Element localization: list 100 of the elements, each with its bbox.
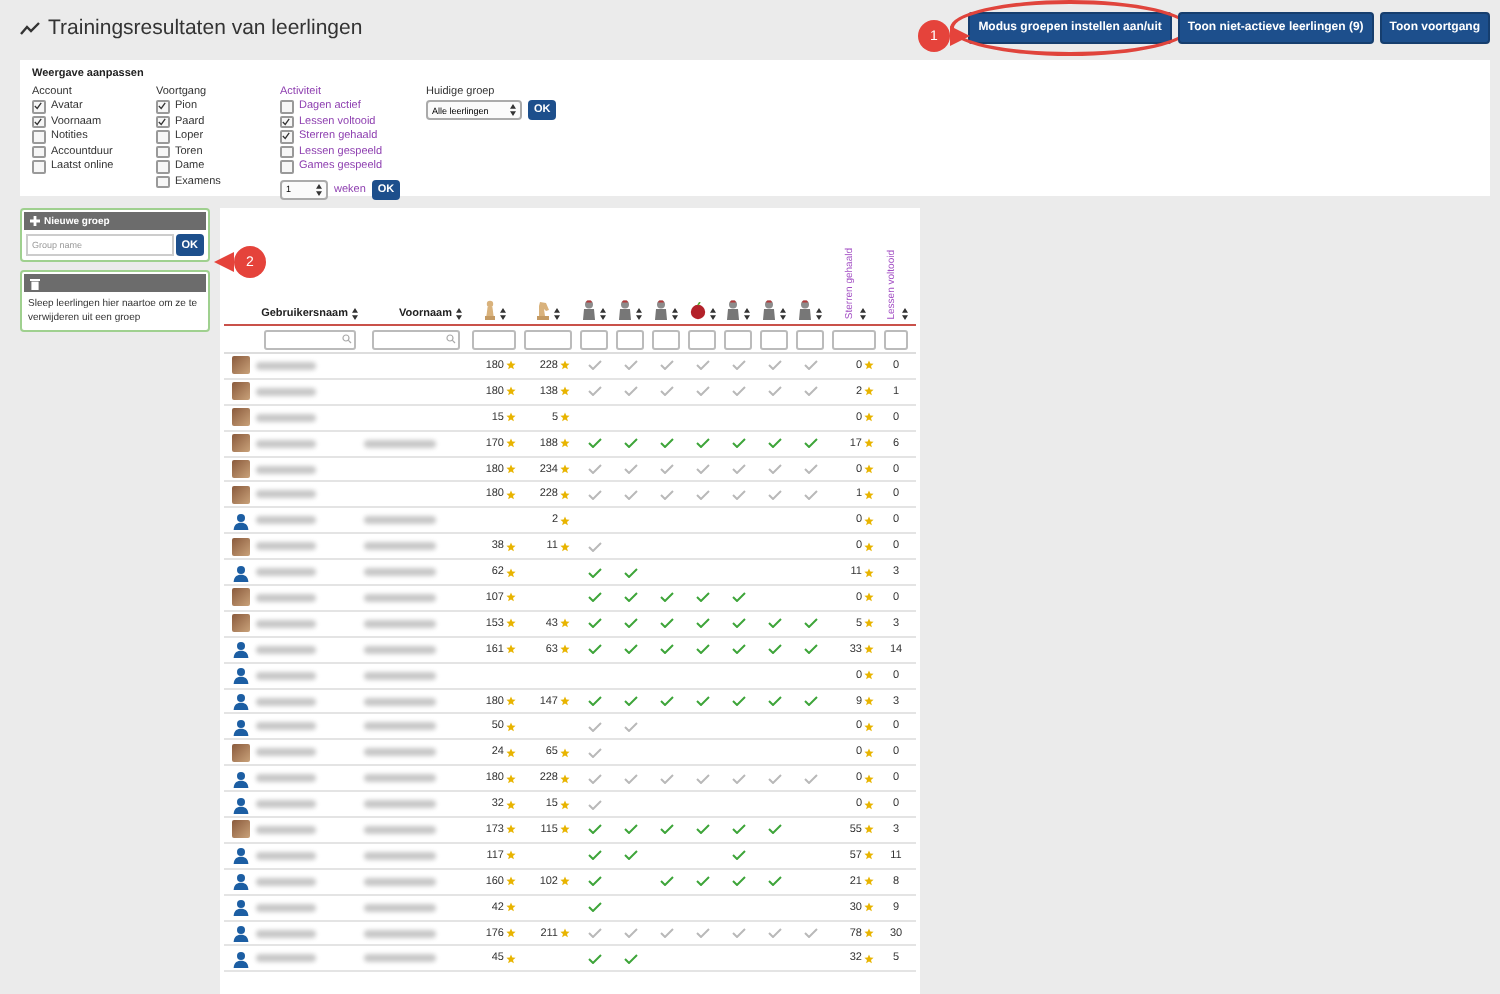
star-icon <box>506 489 516 500</box>
star-icon <box>506 902 516 913</box>
sort-icon[interactable] <box>554 308 560 320</box>
check-icon <box>731 928 745 939</box>
checkbox[interactable] <box>32 145 45 158</box>
check-icon <box>731 850 745 861</box>
checkbox[interactable] <box>280 160 293 173</box>
check-icon <box>659 824 673 835</box>
check-icon <box>803 438 817 449</box>
line-chart-icon <box>20 21 40 35</box>
star-icon <box>506 412 516 423</box>
filter-field[interactable] <box>832 329 876 349</box>
checkbox[interactable] <box>156 100 169 113</box>
check-icon <box>731 464 745 474</box>
blurred-username <box>256 748 316 757</box>
star-icon <box>864 670 874 681</box>
star-icon <box>864 438 874 449</box>
checkbox[interactable] <box>32 160 45 173</box>
star-icon <box>864 515 874 526</box>
checkbox[interactable] <box>156 130 169 143</box>
figure-icon <box>618 300 632 320</box>
callout-pointer-icon <box>950 26 970 46</box>
check-icon <box>659 360 673 371</box>
check-icon <box>695 438 709 449</box>
filter-field[interactable] <box>760 329 788 349</box>
filter-field[interactable] <box>372 329 460 349</box>
star-icon <box>864 799 874 810</box>
checkbox[interactable] <box>156 115 169 128</box>
check-icon <box>731 773 745 784</box>
sort-icon[interactable] <box>600 308 606 320</box>
check-icon <box>659 696 673 707</box>
check-icon <box>695 618 709 629</box>
checkbox[interactable] <box>156 145 169 158</box>
blurred-username <box>256 877 316 886</box>
star-icon <box>560 928 570 939</box>
check-icon <box>731 386 745 397</box>
filter-field[interactable] <box>688 329 716 349</box>
blurred-username <box>256 439 316 448</box>
sort-icon[interactable] <box>510 104 516 116</box>
star-icon <box>864 773 874 784</box>
check-icon <box>695 464 709 474</box>
blurred-username <box>256 645 316 654</box>
check-icon <box>623 824 637 835</box>
filter-field[interactable] <box>796 329 824 349</box>
check-icon <box>695 489 709 500</box>
check-icon <box>803 360 817 371</box>
sort-icon[interactable] <box>901 308 907 320</box>
filter-field[interactable] <box>884 329 908 349</box>
star-icon <box>506 747 516 758</box>
filter-field[interactable] <box>616 329 644 349</box>
sort-icon[interactable] <box>859 308 865 320</box>
star-icon <box>506 824 516 835</box>
blurred-username <box>256 671 316 680</box>
search-icon <box>446 334 456 344</box>
star-icon <box>506 541 516 552</box>
check-icon <box>659 592 673 603</box>
checkbox[interactable] <box>280 100 293 113</box>
check-icon <box>731 696 745 707</box>
check-icon <box>587 541 601 552</box>
blurred-username <box>256 851 316 860</box>
star-icon <box>506 799 516 810</box>
check-icon <box>623 618 637 629</box>
check-icon <box>731 876 745 887</box>
sort-icon[interactable] <box>780 308 786 320</box>
sort-icon[interactable] <box>499 308 505 320</box>
checkbox[interactable] <box>156 160 169 173</box>
filter-field[interactable] <box>472 329 516 349</box>
sort-icon[interactable] <box>316 183 322 195</box>
sort-icon[interactable] <box>672 308 678 320</box>
check-icon <box>767 438 781 449</box>
sort-icon[interactable] <box>744 308 750 320</box>
star-icon <box>560 876 570 887</box>
star-icon <box>506 644 516 655</box>
checkbox[interactable] <box>32 115 45 128</box>
check-icon <box>659 928 673 939</box>
check-icon <box>731 824 745 835</box>
checkbox[interactable] <box>156 175 169 188</box>
sort-icon[interactable] <box>709 308 715 320</box>
filter-field[interactable] <box>264 329 356 349</box>
check-icon <box>659 438 673 449</box>
filter-field[interactable] <box>524 329 572 349</box>
star-icon <box>506 876 516 887</box>
check-icon <box>659 386 673 397</box>
filter-field[interactable] <box>652 329 680 349</box>
checkbox[interactable] <box>280 130 293 143</box>
check-icon <box>767 360 781 371</box>
check-icon <box>587 773 601 784</box>
check-icon <box>767 644 781 655</box>
sort-icon[interactable] <box>636 308 642 320</box>
blurred-username <box>256 490 316 499</box>
filter-field[interactable] <box>724 329 752 349</box>
checkbox[interactable] <box>280 115 293 128</box>
checkbox[interactable] <box>32 100 45 113</box>
checkbox[interactable] <box>32 130 45 143</box>
filter-field[interactable] <box>580 329 608 349</box>
sort-icon[interactable] <box>352 308 358 320</box>
sort-icon[interactable] <box>456 308 462 320</box>
checkbox[interactable] <box>280 145 293 158</box>
sort-icon[interactable] <box>816 308 822 320</box>
check-icon <box>803 489 817 500</box>
